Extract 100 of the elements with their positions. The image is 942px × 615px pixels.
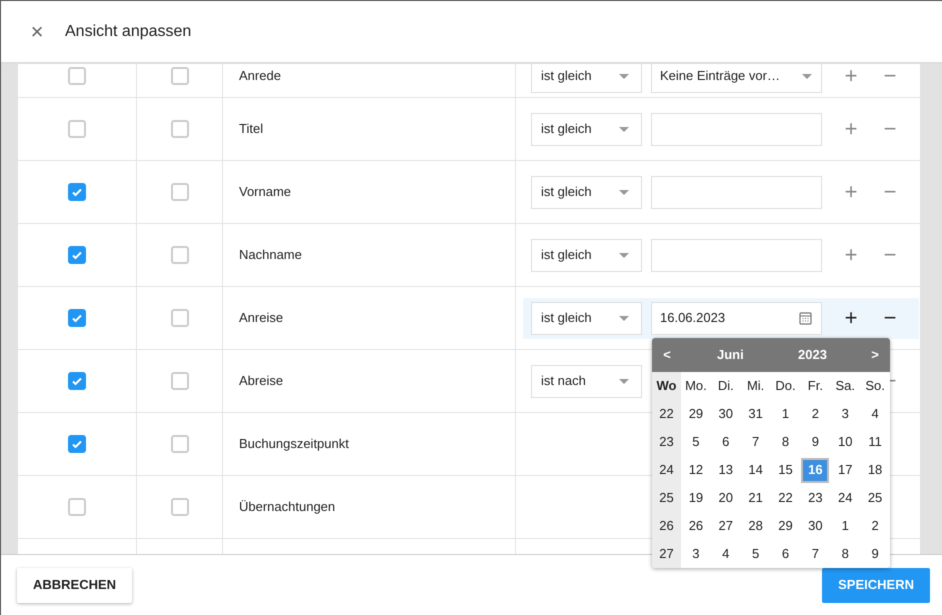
calendar-day[interactable]: 17	[831, 458, 860, 482]
checkmark-icon	[71, 438, 83, 450]
checkbox[interactable]	[68, 372, 86, 390]
calendar-day[interactable]: 10	[831, 430, 860, 454]
add-button[interactable]: +	[842, 182, 860, 202]
calendar-day[interactable]: 18	[861, 458, 890, 482]
calendar-day[interactable]: 4	[861, 402, 890, 426]
calendar-day[interactable]: 25	[861, 486, 890, 510]
checkbox[interactable]	[170, 498, 188, 516]
year-label[interactable]: 2023	[798, 345, 827, 365]
checkmark-icon	[71, 312, 83, 324]
checkmark-icon	[71, 186, 83, 198]
calendar-day[interactable]: 15	[771, 458, 800, 482]
checkbox[interactable]	[68, 120, 86, 138]
input-field[interactable]	[651, 176, 822, 208]
weekday-label: Fr.	[806, 377, 824, 396]
calendar-day[interactable]: 9	[861, 542, 890, 566]
operator-dropdown[interactable]: ist nach	[531, 364, 642, 398]
field-label: Vorname	[239, 183, 292, 202]
calendar-day[interactable]: 30	[801, 514, 830, 538]
operator-dropdown[interactable]: ist gleich	[531, 302, 642, 334]
calendar-day[interactable]: 7	[801, 542, 830, 566]
calendar-day[interactable]: 19	[682, 486, 710, 510]
add-button[interactable]: +	[842, 245, 860, 265]
calendar-day[interactable]: 21	[742, 486, 770, 510]
operator-dropdown[interactable]: ist gleich	[531, 238, 642, 272]
month-label[interactable]: Juni	[717, 345, 757, 365]
field-label: Übernachtungen	[239, 498, 336, 516]
add-button[interactable]: +	[842, 119, 860, 139]
weekday-label: Mi.	[746, 377, 766, 396]
input-field[interactable]	[651, 238, 822, 272]
calendar-day[interactable]: 30	[712, 402, 740, 426]
calendar-day[interactable]: 1	[831, 514, 860, 538]
date-field[interactable]: 16.06.2023	[651, 302, 822, 334]
calendar-day[interactable]: 11	[861, 430, 890, 454]
calendar-day[interactable]: 3	[682, 542, 710, 566]
calendar-day[interactable]: 14	[742, 458, 770, 482]
weekday-label: Mo.	[684, 377, 708, 396]
checkbox[interactable]	[170, 120, 188, 138]
weekday-label: Do.	[774, 377, 797, 396]
calendar-day[interactable]: 1	[771, 402, 800, 426]
checkbox[interactable]	[68, 498, 86, 516]
next-month-button[interactable]: >	[860, 345, 890, 365]
calendar-day[interactable]: 2	[801, 402, 830, 426]
calendar-day[interactable]: 8	[771, 430, 800, 454]
calendar-day[interactable]: 2	[861, 514, 890, 538]
operator-dropdown[interactable]: ist gleich	[531, 176, 642, 208]
calendar-icon[interactable]	[799, 311, 812, 325]
checkbox[interactable]	[170, 67, 188, 85]
week-number: 24	[652, 456, 681, 484]
checkbox[interactable]	[68, 183, 86, 201]
remove-button[interactable]: −	[881, 308, 899, 328]
cancel-button[interactable]: ABBRECHEN	[17, 568, 132, 602]
calendar-day[interactable]: 4	[712, 542, 740, 566]
checkbox[interactable]	[170, 246, 188, 264]
checkbox[interactable]	[68, 435, 86, 453]
checkbox[interactable]	[170, 435, 188, 453]
value-dropdown[interactable]: Keine Einträge vor…	[651, 64, 822, 92]
add-button[interactable]: +	[842, 66, 860, 86]
checkbox[interactable]	[170, 309, 188, 327]
week-header: Wo	[652, 372, 681, 400]
close-button[interactable]: ×	[27, 20, 47, 42]
weekday-label: So.	[864, 377, 886, 396]
calendar-day[interactable]: 13	[712, 458, 740, 482]
week-number: 25	[652, 484, 681, 512]
calendar-day[interactable]: 6	[771, 542, 800, 566]
remove-button[interactable]: −	[881, 119, 899, 139]
weekday-label: Sa.	[834, 377, 856, 396]
weekday-label: Di.	[716, 377, 735, 396]
calendar-day[interactable]: 9	[801, 430, 830, 454]
checkbox[interactable]	[170, 183, 188, 201]
calendar-day[interactable]: 12	[682, 458, 710, 482]
calendar-day[interactable]: 6	[712, 430, 740, 454]
calendar-day[interactable]: 23	[801, 486, 830, 510]
checkbox[interactable]	[68, 309, 86, 327]
calendar-day[interactable]: 26	[682, 514, 710, 538]
calendar-day[interactable]: 3	[831, 402, 860, 426]
add-button[interactable]: +	[842, 308, 860, 328]
calendar-day[interactable]: 31	[742, 402, 770, 426]
calendar-day[interactable]: 5	[742, 542, 770, 566]
calendar-day[interactable]: 24	[831, 486, 860, 510]
calendar-day[interactable]: 5	[682, 430, 710, 454]
checkbox[interactable]	[68, 67, 86, 85]
calendar-day[interactable]: 29	[682, 402, 710, 426]
calendar-day[interactable]: 22	[771, 486, 800, 510]
operator-dropdown[interactable]: ist gleich	[531, 112, 642, 146]
remove-button[interactable]: −	[881, 245, 899, 265]
checkbox[interactable]	[170, 372, 188, 390]
remove-button[interactable]: −	[881, 182, 899, 202]
operator-dropdown[interactable]: ist gleich	[531, 64, 642, 92]
calendar-day[interactable]: 7	[742, 430, 770, 454]
calendar-day[interactable]: 20	[712, 486, 740, 510]
input-field[interactable]	[651, 112, 822, 146]
checkbox[interactable]	[68, 246, 86, 264]
calendar-day[interactable]: 27	[712, 514, 740, 538]
previous-month-button[interactable]: <	[652, 345, 682, 365]
calendar-day[interactable]: 28	[742, 514, 770, 538]
calendar-day[interactable]: 29	[771, 514, 800, 538]
calendar-day[interactable]: 8	[831, 542, 860, 566]
remove-button[interactable]: −	[881, 66, 899, 86]
